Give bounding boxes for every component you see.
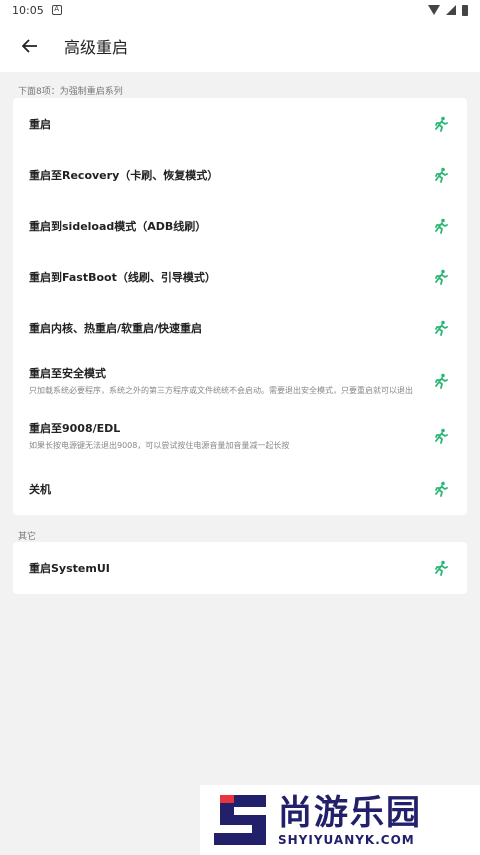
battery-icon [462, 4, 468, 16]
reboot-edl-item[interactable]: 重启至9008/EDL 如果长按电源键无法退出9008，可以尝试按住电源音量加音… [13, 408, 467, 463]
power-off-item[interactable]: 关机 [13, 463, 467, 515]
watermark-logo-icon [208, 789, 270, 851]
reboot-sideload-item[interactable]: 重启到sideload模式（ADB线刷） [13, 200, 467, 251]
reboot-item[interactable]: 重启 [13, 98, 467, 149]
other-card: 重启SystemUI [13, 542, 467, 594]
item-title: 关机 [29, 483, 51, 496]
section-label-force: 下面8项：为强制重启系列 [18, 87, 123, 97]
item-title: 重启到FastBoot（线刷、引导模式） [29, 270, 216, 284]
item-title: 重启至9008/EDL [29, 421, 121, 435]
reboot-fastboot-item[interactable]: 重启到FastBoot（线刷、引导模式） [13, 251, 467, 302]
reboot-recovery-item[interactable]: 重启至Recovery（卡刷、恢复模式） [13, 149, 467, 200]
run-icon [435, 428, 448, 444]
run-icon [435, 481, 448, 497]
signal-icon [446, 5, 456, 15]
restart-systemui-item[interactable]: 重启SystemUI [13, 542, 467, 594]
status-bar: 10:05 A [0, 0, 480, 20]
section-label-other: 其它 [18, 532, 37, 542]
app-bar: 高级重启 [0, 20, 480, 72]
run-icon [435, 167, 448, 183]
back-button[interactable] [18, 34, 42, 58]
item-description: 只加载系统必要程序，系统之外的第三方程序或文件统统不会启动。需要退出安全模式，只… [29, 385, 413, 395]
status-time: 10:05 [12, 3, 44, 17]
notification-icon: A [51, 5, 62, 15]
watermark-en: SHYIYUANYK.COM [278, 833, 415, 847]
item-title: 重启内核、热重启/软重启/快速重启 [29, 321, 203, 335]
item-title: 重启SystemUI [29, 562, 110, 575]
run-icon [435, 218, 448, 234]
watermark-cn: 尚游乐园 [278, 793, 422, 833]
item-title: 重启到sideload模式（ADB线刷） [29, 219, 207, 233]
reboot-safe-mode-item[interactable]: 重启至安全模式 只加载系统必要程序，系统之外的第三方程序或文件统统不会启动。需要… [13, 353, 467, 408]
watermark: 尚游乐园 SHYIYUANYK.COM [200, 785, 480, 855]
item-title: 重启至Recovery（卡刷、恢复模式） [29, 168, 219, 182]
run-icon [435, 560, 448, 576]
reboot-hot-item[interactable]: 重启内核、热重启/软重启/快速重启 [13, 302, 467, 353]
run-icon [435, 320, 448, 336]
run-icon [435, 373, 448, 389]
arrow-left-icon [22, 39, 37, 53]
run-icon [435, 116, 448, 132]
run-icon [435, 269, 448, 285]
item-title: 重启 [29, 117, 51, 131]
status-icons [428, 4, 468, 16]
force-reboot-card: 重启 重启至Recovery（卡刷、恢复模式） 重启到sideload模式（AD… [13, 98, 467, 515]
wifi-icon [428, 5, 440, 15]
item-description: 如果长按电源键无法退出9008，可以尝试按住电源音量加音量减一起长按 [29, 440, 290, 450]
page-title: 高级重启 [64, 38, 129, 57]
item-title: 重启至安全模式 [29, 366, 106, 380]
